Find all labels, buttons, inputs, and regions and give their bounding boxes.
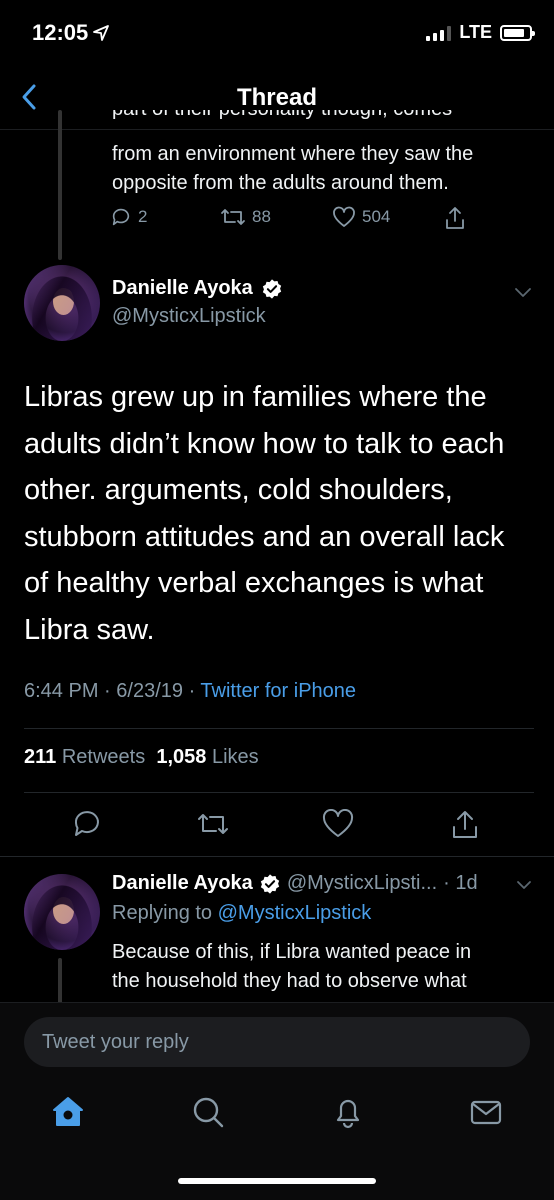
chevron-down-icon[interactable] [514, 287, 532, 299]
reply-tweet-text: Because of this, if Libra wanted peace i… [112, 938, 532, 996]
share-icon[interactable] [450, 809, 480, 839]
signal-icon [426, 25, 452, 41]
separator-dot: · [188, 680, 201, 702]
author-name[interactable]: Danielle Ayoka [112, 277, 253, 300]
avatar[interactable] [24, 874, 100, 950]
avatar[interactable] [24, 265, 100, 341]
divider [24, 792, 534, 793]
likes-stat[interactable]: 1,058 Likes [156, 746, 258, 768]
tweet-line: from an environment where they saw the [112, 143, 474, 165]
tweet-source-link[interactable]: Twitter for iPhone [200, 680, 356, 702]
retweet-button[interactable]: 88 [220, 206, 271, 228]
battery-icon [500, 24, 535, 41]
retweet-total: 211 [24, 746, 57, 768]
verified-badge-icon [262, 278, 281, 299]
verified-badge-icon [260, 873, 279, 894]
author-row: Danielle Ayoka [112, 277, 283, 300]
replying-to: Replying to @MysticxLipstick [112, 902, 371, 925]
heart-icon[interactable] [322, 809, 354, 839]
tweet-line: opposite from the adults around them. [112, 172, 449, 194]
separator-dot: · [104, 680, 117, 702]
share-icon [446, 207, 464, 229]
page-title: Thread [236, 84, 317, 111]
reply-author-row: Danielle Ayoka @MysticxLipsti... · 1d [112, 872, 478, 895]
tweet-line: Because of this, if Libra wanted peace i… [112, 941, 472, 963]
previous-tweet[interactable]: part of their personality though, comes … [0, 110, 554, 260]
tweet-age: · 1d [443, 872, 478, 894]
like-total: 1,058 [156, 746, 207, 768]
home-icon[interactable] [50, 1094, 86, 1130]
retweets-label: Retweets [61, 746, 146, 768]
reply-tweet[interactable]: Danielle Ayoka @MysticxLipsti... · 1d Re… [0, 862, 554, 1002]
retweet-icon [221, 209, 245, 225]
network-label: LTE [459, 22, 492, 42]
divider [24, 728, 534, 729]
main-tweet-actions [0, 805, 554, 845]
author-handle: @MysticxLipsti... [286, 872, 438, 894]
main-tweet-header: Danielle Ayoka @MysticxLipstick [0, 265, 554, 345]
reply-icon [112, 208, 130, 226]
heart-icon [333, 206, 355, 227]
previous-tweet-actions: 2 88 504 [110, 206, 490, 236]
retweet-count: 88 [252, 207, 271, 226]
cut-line: part of their personality though, comes [112, 110, 532, 124]
replying-to-link[interactable]: @MysticxLipstick [218, 902, 372, 924]
likes-label: Likes [211, 746, 259, 768]
reply-button[interactable]: 2 [110, 206, 147, 228]
share-button[interactable] [444, 206, 466, 230]
messages-envelope-icon[interactable] [468, 1094, 504, 1130]
status-bar: 12:05 LTE [0, 0, 554, 68]
author-handle: @MysticxLipstick [112, 305, 266, 327]
home-indicator[interactable] [178, 1178, 376, 1184]
tab-bar [0, 1080, 554, 1200]
engagement-counts: 211 Retweets 1,058 Likes [24, 746, 259, 769]
chevron-down-icon[interactable] [516, 880, 532, 891]
search-icon[interactable] [190, 1094, 226, 1130]
like-button[interactable]: 504 [332, 206, 390, 228]
notifications-bell-icon[interactable] [330, 1094, 366, 1130]
reply-icon[interactable] [72, 809, 102, 839]
retweets-stat[interactable]: 211 Retweets [24, 746, 145, 768]
divider [0, 856, 554, 857]
tweet-line: the household they had to observe what [112, 970, 467, 992]
previous-tweet-text: part of their personality though, comes … [112, 110, 532, 198]
like-count: 504 [362, 207, 391, 226]
reply-composer: Tweet your reply [0, 1002, 554, 1080]
tweet-meta: 6:44 PM · 6/23/19 · Twitter for iPhone [24, 680, 356, 703]
tweet-text: Libras grew up in families where the adu… [24, 381, 505, 646]
location-arrow-icon [93, 25, 109, 41]
author-name[interactable]: Danielle Ayoka [112, 872, 253, 895]
reply-input[interactable]: Tweet your reply [24, 1017, 530, 1067]
replying-prefix: Replying to [112, 902, 213, 924]
retweet-icon[interactable] [196, 809, 230, 839]
thread-line [58, 110, 62, 260]
tweet-date: 6/23/19 [116, 680, 183, 702]
tweet-time: 6:44 PM [24, 680, 99, 702]
status-indicators: LTE [426, 22, 535, 43]
reply-count: 2 [138, 207, 148, 226]
status-time: 12:05 [32, 20, 89, 45]
thread-line [58, 958, 62, 1002]
